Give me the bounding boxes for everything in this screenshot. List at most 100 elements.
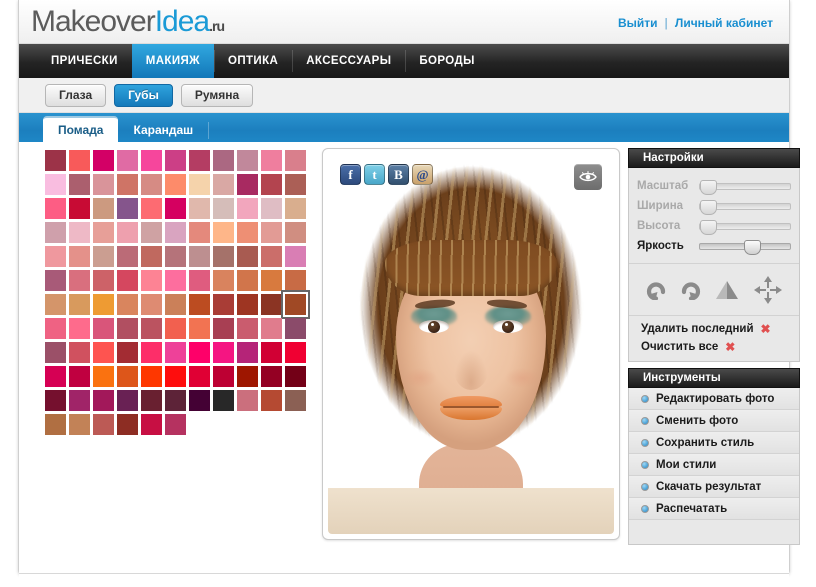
color-swatch[interactable]	[93, 222, 114, 243]
color-swatch[interactable]	[69, 318, 90, 339]
color-swatch[interactable]	[237, 318, 258, 339]
nav-item-1[interactable]: МАКИЯЖ	[132, 44, 214, 78]
color-swatch[interactable]	[189, 366, 210, 387]
color-swatch[interactable]	[213, 150, 234, 171]
color-swatch[interactable]	[69, 390, 90, 411]
color-swatch[interactable]	[45, 318, 66, 339]
color-swatch[interactable]	[141, 342, 162, 363]
slider-track[interactable]	[699, 243, 791, 250]
color-swatch[interactable]	[237, 198, 258, 219]
color-swatch[interactable]	[213, 366, 234, 387]
color-swatch[interactable]	[69, 414, 90, 435]
color-swatch[interactable]	[189, 270, 210, 291]
slider-handle[interactable]	[700, 180, 717, 195]
nav-item-3[interactable]: АКСЕССУАРЫ	[292, 44, 405, 78]
color-swatch[interactable]	[141, 270, 162, 291]
tool-item-2[interactable]: Сохранить стиль	[629, 432, 799, 454]
color-swatch[interactable]	[261, 270, 282, 291]
tool-item-1[interactable]: Сменить фото	[629, 410, 799, 432]
color-swatch[interactable]	[213, 246, 234, 267]
color-swatch[interactable]	[165, 150, 186, 171]
color-swatch[interactable]	[45, 270, 66, 291]
color-swatch[interactable]	[117, 318, 138, 339]
color-swatch[interactable]	[285, 318, 306, 339]
color-swatch[interactable]	[141, 294, 162, 315]
color-swatch[interactable]	[213, 342, 234, 363]
color-swatch[interactable]	[69, 246, 90, 267]
color-swatch[interactable]	[213, 174, 234, 195]
color-swatch[interactable]	[141, 222, 162, 243]
color-swatch[interactable]	[237, 222, 258, 243]
color-swatch[interactable]	[45, 174, 66, 195]
color-swatch[interactable]	[165, 390, 186, 411]
color-swatch[interactable]	[213, 294, 234, 315]
slider-handle[interactable]	[700, 200, 717, 215]
color-swatch[interactable]	[69, 270, 90, 291]
color-swatch[interactable]	[165, 198, 186, 219]
color-swatch[interactable]	[117, 174, 138, 195]
mailru-icon[interactable]: @	[412, 164, 433, 185]
twitter-icon[interactable]: t	[364, 164, 385, 185]
move-icon[interactable]	[753, 275, 783, 305]
preview-eye-icon[interactable]	[574, 164, 602, 190]
color-swatch[interactable]	[141, 174, 162, 195]
color-swatch[interactable]	[93, 390, 114, 411]
color-swatch[interactable]	[261, 198, 282, 219]
tool-item-3[interactable]: Мои стили	[629, 454, 799, 476]
color-swatch[interactable]	[165, 222, 186, 243]
color-swatch[interactable]	[93, 294, 114, 315]
color-swatch[interactable]	[93, 150, 114, 171]
color-swatch[interactable]	[93, 342, 114, 363]
color-swatch[interactable]	[285, 198, 306, 219]
color-swatch[interactable]	[213, 270, 234, 291]
color-swatch[interactable]	[45, 294, 66, 315]
color-swatch[interactable]	[261, 294, 282, 315]
color-swatch[interactable]	[45, 342, 66, 363]
color-swatch[interactable]	[141, 318, 162, 339]
color-swatch[interactable]	[237, 294, 258, 315]
color-swatch[interactable]	[261, 366, 282, 387]
color-swatch[interactable]	[285, 390, 306, 411]
delete-cross-icon[interactable]: ✖	[761, 323, 771, 335]
color-swatch[interactable]	[117, 222, 138, 243]
color-swatch[interactable]	[261, 174, 282, 195]
color-swatch[interactable]	[93, 318, 114, 339]
color-swatch[interactable]	[261, 390, 282, 411]
color-swatch[interactable]	[285, 366, 306, 387]
color-swatch[interactable]	[93, 270, 114, 291]
color-swatch[interactable]	[189, 150, 210, 171]
color-swatch[interactable]	[45, 366, 66, 387]
rotate-right-icon[interactable]	[680, 280, 702, 300]
color-swatch[interactable]	[213, 198, 234, 219]
color-swatch[interactable]	[117, 294, 138, 315]
color-swatch[interactable]	[213, 318, 234, 339]
color-swatch[interactable]	[285, 294, 306, 315]
color-swatch[interactable]	[69, 342, 90, 363]
settings-action[interactable]: Удалить последний✖	[629, 320, 799, 338]
subnav-button-1[interactable]: Губы	[114, 84, 173, 107]
color-swatch[interactable]	[165, 366, 186, 387]
color-swatch[interactable]	[285, 150, 306, 171]
color-swatch[interactable]	[165, 246, 186, 267]
color-swatch[interactable]	[69, 198, 90, 219]
color-swatch[interactable]	[93, 414, 114, 435]
color-swatch[interactable]	[261, 342, 282, 363]
color-swatch[interactable]	[213, 222, 234, 243]
color-swatch[interactable]	[117, 270, 138, 291]
flip-horizontal-icon[interactable]	[714, 278, 740, 302]
logout-link[interactable]: Выйти	[618, 16, 658, 30]
subnav-button-0[interactable]: Глаза	[45, 84, 106, 107]
color-swatch[interactable]	[93, 198, 114, 219]
color-swatch[interactable]	[141, 198, 162, 219]
tab-0[interactable]: Помада	[43, 116, 118, 142]
slider-track[interactable]	[699, 183, 791, 190]
color-swatch[interactable]	[69, 294, 90, 315]
color-swatch[interactable]	[117, 414, 138, 435]
color-swatch[interactable]	[45, 150, 66, 171]
color-swatch[interactable]	[117, 150, 138, 171]
delete-cross-icon[interactable]: ✖	[725, 341, 735, 353]
color-swatch[interactable]	[237, 174, 258, 195]
color-swatch[interactable]	[189, 222, 210, 243]
color-swatch[interactable]	[141, 366, 162, 387]
color-swatch[interactable]	[189, 318, 210, 339]
